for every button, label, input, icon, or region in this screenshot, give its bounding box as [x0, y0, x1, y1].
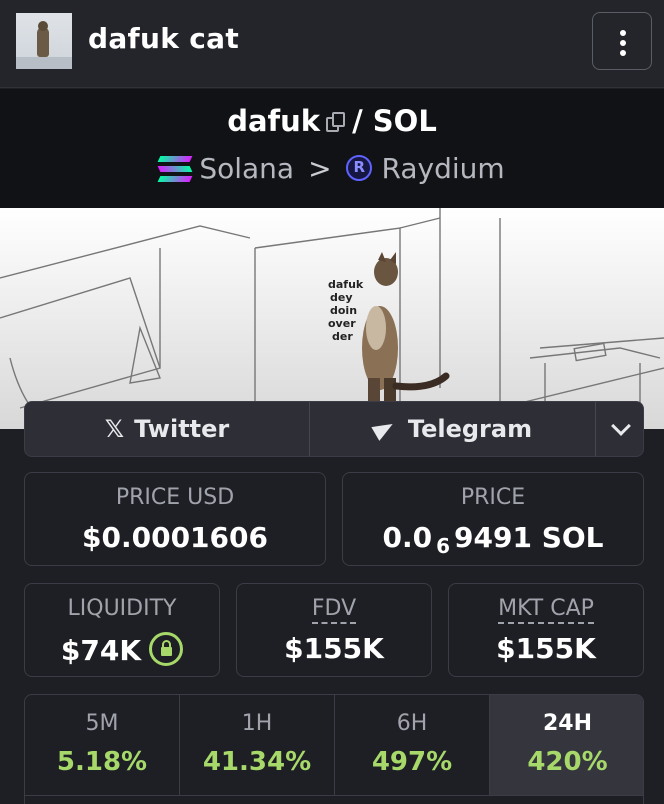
- copy-icon[interactable]: [326, 112, 346, 134]
- fdv-value: $155K: [284, 632, 384, 665]
- banner-caption-line: doin: [330, 304, 357, 317]
- tab-6h[interactable]: 6H 497%: [335, 695, 490, 795]
- fdv-card: FDV $155K: [236, 583, 432, 677]
- x-icon: 𝕏: [104, 415, 125, 443]
- change-value: 497%: [371, 747, 453, 777]
- change-period-label: 6H: [396, 711, 428, 736]
- token-banner-image: dafuk dey doin over der: [0, 208, 664, 429]
- price-native-value: 0.0 6 9491 SOL: [343, 521, 643, 558]
- top-bar: dafuk cat: [0, 0, 664, 88]
- twitter-button[interactable]: 𝕏 Twitter: [25, 402, 310, 456]
- change-value: 41.34%: [202, 747, 312, 777]
- price-zero-count: 6: [436, 534, 451, 558]
- pair-separator: /: [352, 104, 363, 138]
- pair-title: dafuk / SOL: [0, 104, 664, 138]
- token-avatar: [16, 13, 72, 69]
- fdv-label: FDV: [311, 596, 357, 624]
- kebab-dot-icon: [620, 30, 626, 36]
- change-value: 420%: [527, 747, 608, 777]
- mkt-cap-value: $155K: [496, 632, 596, 665]
- tab-5m[interactable]: 5M 5.18%: [25, 695, 180, 795]
- tab-24h[interactable]: 24H 420%: [490, 695, 643, 795]
- liquidity-label: LIQUIDITY: [67, 596, 177, 621]
- twitter-label: Twitter: [134, 415, 230, 443]
- chevron-down-icon: [611, 416, 631, 436]
- price-prefix: 0.0: [382, 521, 433, 554]
- price-change-tabs: 5M 5.18% 1H 41.34% 6H 497% 24H 420%: [24, 694, 644, 804]
- change-period-label: 5M: [85, 711, 119, 736]
- mkt-cap-label: MKT CAP: [498, 596, 594, 624]
- change-period-label: 24H: [542, 711, 593, 736]
- telegram-button[interactable]: Telegram: [311, 402, 596, 456]
- price-digits: 9491: [454, 521, 532, 554]
- banner-caption-line: der: [332, 330, 353, 343]
- chain-breadcrumb: Solana > Raydium: [0, 152, 664, 185]
- divider: [25, 795, 643, 804]
- liquidity-value: $74K: [60, 634, 142, 667]
- change-period-label: 1H: [241, 711, 273, 736]
- price-usd-card: PRICE USD $0.0001606: [24, 472, 326, 566]
- token-name: dafuk cat: [88, 22, 239, 55]
- liquidity-card: LIQUIDITY $74K: [24, 583, 220, 677]
- banner-caption-line: dey: [330, 291, 353, 304]
- price-unit: SOL: [541, 521, 604, 554]
- social-links: 𝕏 Twitter Telegram: [24, 401, 644, 457]
- base-symbol: dafuk: [227, 104, 321, 138]
- price-native-label: PRICE: [460, 485, 526, 510]
- banner-caption-line: over: [328, 317, 356, 330]
- fdv-label-wrap[interactable]: FDV: [237, 596, 431, 624]
- telegram-icon: [371, 417, 397, 441]
- liquidity-value-row: $74K: [25, 632, 219, 667]
- change-value: 5.18%: [56, 747, 148, 777]
- dex-name[interactable]: Raydium: [382, 152, 505, 185]
- solana-icon: [157, 156, 193, 182]
- tab-1h[interactable]: 1H 41.34%: [180, 695, 335, 795]
- telegram-label: Telegram: [407, 415, 533, 443]
- kebab-dot-icon: [620, 40, 626, 46]
- price-usd-value: $0.0001606: [82, 521, 268, 554]
- chain-network[interactable]: Solana: [199, 152, 294, 185]
- breadcrumb-arrow: >: [308, 152, 332, 185]
- more-options-button[interactable]: [592, 12, 652, 70]
- raydium-icon: [345, 155, 372, 181]
- mkt-cap-card: MKT CAP $155K: [448, 583, 644, 677]
- more-links-button[interactable]: [597, 402, 643, 456]
- lock-icon[interactable]: [149, 632, 184, 666]
- kebab-dot-icon: [620, 50, 626, 56]
- quote-symbol: SOL: [372, 104, 437, 138]
- mkt-cap-label-wrap[interactable]: MKT CAP: [449, 596, 643, 624]
- price-usd-label: PRICE USD: [115, 485, 235, 510]
- banner-caption-line: dafuk: [328, 278, 364, 291]
- price-native-card: PRICE 0.0 6 9491 SOL: [342, 472, 644, 566]
